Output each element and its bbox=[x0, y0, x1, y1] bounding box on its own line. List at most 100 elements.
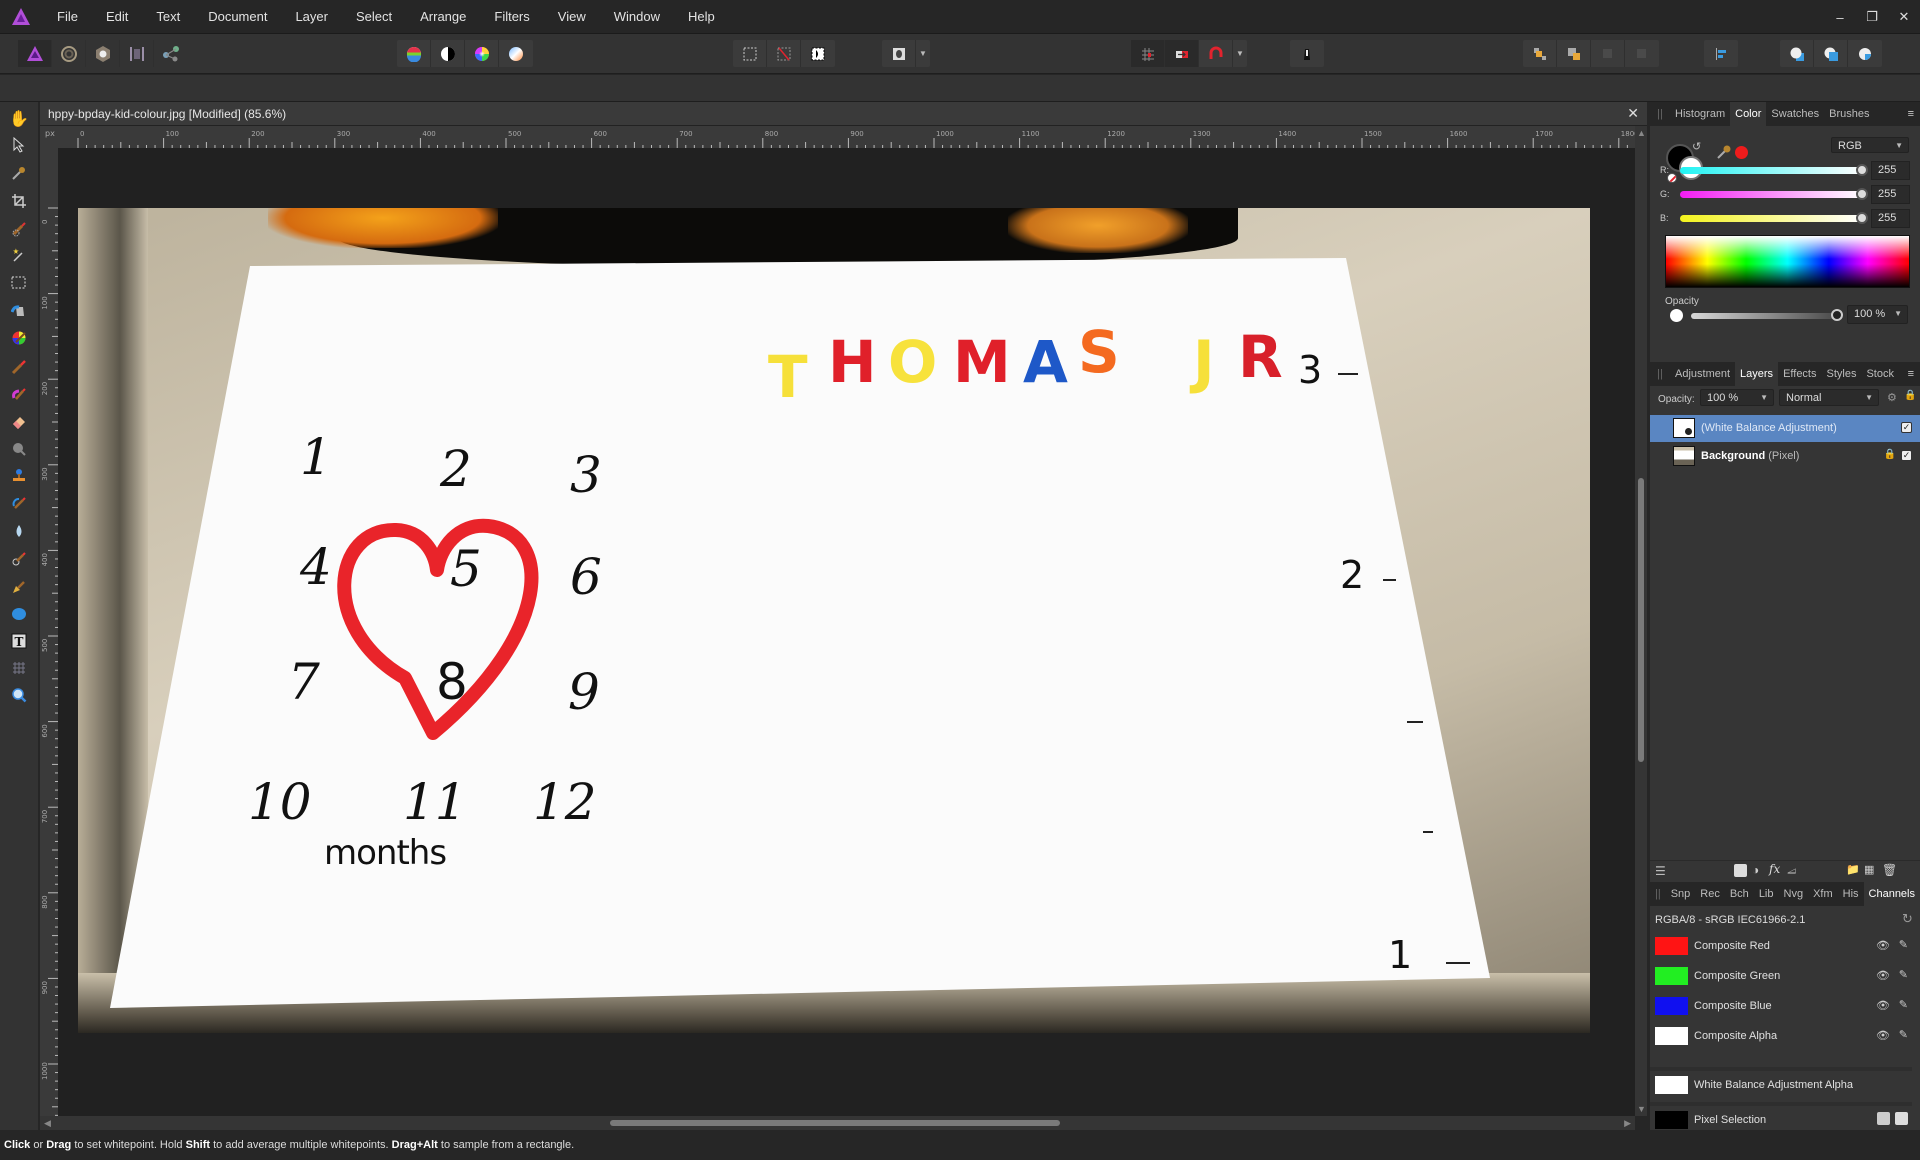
scroll-up-arrow[interactable]: ▲ bbox=[1637, 128, 1646, 138]
tone-mapping-persona-button[interactable] bbox=[120, 40, 154, 67]
layer-visibility-checkbox[interactable]: ✓ bbox=[1901, 450, 1912, 461]
tool-crop[interactable] bbox=[8, 190, 30, 212]
selection-to-mask-icon[interactable] bbox=[1877, 1112, 1890, 1125]
tool-rectangular-marquee[interactable] bbox=[8, 272, 30, 294]
pencil-icon[interactable]: ✎ bbox=[1899, 938, 1908, 951]
blend-mode-dropdown[interactable]: Normal ▼ bbox=[1779, 389, 1879, 406]
auto-contrast-button[interactable] bbox=[431, 40, 465, 67]
tool-paint-brush[interactable] bbox=[8, 356, 30, 378]
picked-color-swatch[interactable] bbox=[1735, 146, 1748, 159]
tab-effects[interactable]: Effects bbox=[1778, 362, 1821, 386]
live-filter-icon[interactable]: ⧡ bbox=[1787, 863, 1796, 878]
photo-persona-button[interactable] bbox=[18, 40, 52, 67]
color-picker-icon[interactable] bbox=[1716, 144, 1732, 160]
tool-clone[interactable] bbox=[8, 465, 30, 487]
channel-row[interactable]: Pixel Selection bbox=[1650, 1102, 1912, 1130]
trash-icon[interactable]: 🗑 bbox=[1882, 863, 1897, 877]
tab-adjustment[interactable]: Adjustment bbox=[1670, 362, 1735, 386]
close-window-button[interactable]: ✕ bbox=[1888, 9, 1920, 25]
slider-track[interactable] bbox=[1680, 167, 1862, 174]
swap-colors-icon[interactable]: ↺ bbox=[1692, 140, 1701, 153]
tab-channels[interactable]: Channels bbox=[1863, 882, 1920, 906]
tool-undo-brush[interactable] bbox=[8, 492, 30, 514]
close-document-button[interactable]: ✕ bbox=[1627, 105, 1639, 122]
channel-row[interactable]: Composite Blue 👁 ✎ bbox=[1650, 992, 1912, 1020]
align-left-button[interactable] bbox=[1704, 40, 1738, 67]
channel-row[interactable]: White Balance Adjustment Alpha bbox=[1650, 1067, 1912, 1095]
scroll-right-arrow[interactable]: ▶ bbox=[1624, 1118, 1631, 1129]
tab-brushes[interactable]: Brushes bbox=[1824, 102, 1874, 126]
lock-icon[interactable]: 🔒 bbox=[1904, 390, 1916, 401]
tab-history[interactable]: His bbox=[1838, 882, 1864, 906]
panel-grip[interactable]: || bbox=[1650, 362, 1670, 386]
tab-histogram[interactable]: Histogram bbox=[1670, 102, 1730, 126]
slider-knob[interactable] bbox=[1856, 164, 1868, 176]
slider-track[interactable] bbox=[1680, 215, 1862, 222]
move-to-pixel-button[interactable] bbox=[1165, 40, 1199, 67]
pencil-icon[interactable]: ✎ bbox=[1899, 968, 1908, 981]
tool-dodge[interactable] bbox=[8, 438, 30, 460]
menu-arrange[interactable]: Arrange bbox=[420, 9, 466, 24]
tool-paint-mixer[interactable] bbox=[8, 383, 30, 405]
tab-library[interactable]: Lib bbox=[1754, 882, 1779, 906]
photo-image[interactable]: THOMASJR 1 2 3 4 5 6 7 8 9 10 11 12 months 321 bbox=[78, 208, 1590, 1033]
tab-batch[interactable]: Bch bbox=[1725, 882, 1754, 906]
tab-swatches[interactable]: Swatches bbox=[1766, 102, 1824, 126]
slider-track[interactable] bbox=[1680, 191, 1862, 198]
refresh-icon[interactable]: ↻ bbox=[1902, 911, 1913, 927]
layer-opacity-dropdown[interactable]: 100 % ▼ bbox=[1700, 389, 1774, 406]
auto-white-balance-button[interactable] bbox=[499, 40, 533, 67]
quick-mask-dropdown[interactable]: ▼ bbox=[916, 40, 930, 67]
menu-view[interactable]: View bbox=[558, 9, 586, 24]
minimize-button[interactable]: – bbox=[1824, 10, 1856, 25]
menu-document[interactable]: Document bbox=[208, 9, 267, 24]
channel-row[interactable]: Composite Alpha 👁 ✎ bbox=[1650, 1022, 1912, 1050]
layer-row-white-balance[interactable]: (White Balance Adjustment) ✓ bbox=[1650, 415, 1920, 442]
slider-value[interactable]: 255 bbox=[1871, 209, 1910, 228]
move-to-back-button[interactable] bbox=[1557, 40, 1591, 67]
slider-red[interactable]: R: 255 bbox=[1660, 161, 1910, 181]
tool-smudge[interactable] bbox=[8, 548, 30, 570]
vertical-scroll-thumb[interactable] bbox=[1638, 478, 1644, 762]
slider-value[interactable]: 255 bbox=[1871, 185, 1910, 204]
canvas[interactable]: THOMASJR 1 2 3 4 5 6 7 8 9 10 11 12 months 321 bbox=[58, 148, 1635, 1116]
tool-artistic-text[interactable]: T bbox=[8, 630, 30, 652]
eye-icon[interactable]: 👁 bbox=[1876, 1029, 1890, 1042]
menu-filters[interactable]: Filters bbox=[494, 9, 529, 24]
menu-edit[interactable]: Edit bbox=[106, 9, 128, 24]
menu-file[interactable]: File bbox=[57, 9, 78, 24]
slider-value[interactable]: 255 bbox=[1871, 161, 1910, 180]
opacity-slider-track[interactable] bbox=[1691, 313, 1837, 319]
tool-mesh-warp[interactable] bbox=[8, 657, 30, 679]
opacity-slider-knob[interactable] bbox=[1831, 309, 1843, 321]
menu-text[interactable]: Text bbox=[156, 9, 180, 24]
tool-erase-brush[interactable] bbox=[8, 410, 30, 432]
slider-knob[interactable] bbox=[1856, 188, 1868, 200]
panel-menu-icon[interactable]: ≡ bbox=[1908, 362, 1914, 386]
gear-icon[interactable]: ⚙ bbox=[1887, 391, 1897, 404]
menu-layer[interactable]: Layer bbox=[295, 9, 328, 24]
move-backward-button[interactable] bbox=[1625, 40, 1659, 67]
tool-hand[interactable]: ✋ bbox=[8, 108, 30, 130]
horizontal-scrollbar[interactable]: ◀ ▶ bbox=[40, 1116, 1635, 1130]
color-mode-dropdown[interactable]: RGB ▼ bbox=[1831, 137, 1909, 153]
color-spectrum[interactable] bbox=[1665, 235, 1910, 288]
menu-select[interactable]: Select bbox=[356, 9, 392, 24]
eye-icon[interactable]: 👁 bbox=[1876, 969, 1890, 982]
restore-button[interactable]: ❐ bbox=[1856, 9, 1888, 25]
mask-layer-icon[interactable] bbox=[1734, 864, 1747, 877]
scroll-left-arrow[interactable]: ◀ bbox=[44, 1118, 51, 1129]
menu-help[interactable]: Help bbox=[688, 9, 715, 24]
layers-stack-icon[interactable]: ☰ bbox=[1655, 864, 1666, 878]
auto-levels-button[interactable] bbox=[397, 40, 431, 67]
horizontal-ruler[interactable]: px 0 100 200 300 400 500 600 700 800 900 1000 1100 1… bbox=[40, 126, 1635, 148]
boolean-subtract-button[interactable] bbox=[1814, 40, 1848, 67]
move-forward-button[interactable] bbox=[1523, 40, 1557, 67]
adjustment-layer-icon[interactable]: ◑ bbox=[1752, 863, 1759, 877]
tab-stock[interactable]: Stock bbox=[1861, 362, 1899, 386]
tool-flood-select[interactable] bbox=[8, 244, 30, 266]
panel-grip[interactable]: || bbox=[1650, 102, 1670, 126]
develop-persona-button[interactable] bbox=[86, 40, 120, 67]
tool-pen[interactable] bbox=[8, 576, 30, 598]
auto-colour-button[interactable] bbox=[465, 40, 499, 67]
